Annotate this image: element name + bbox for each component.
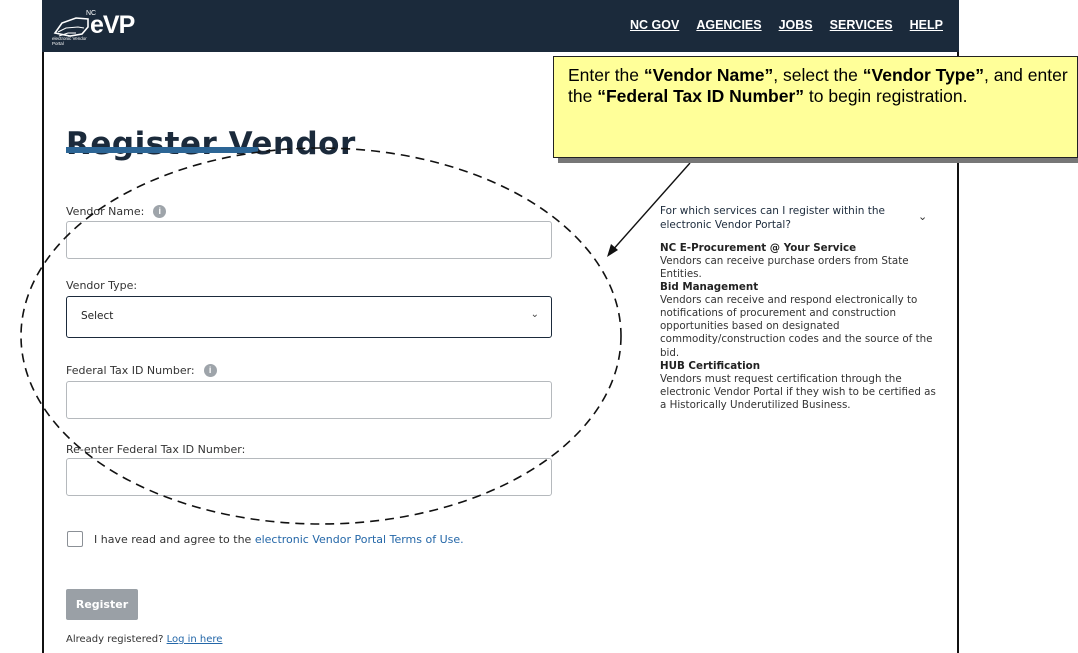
callout-vendor-type: “Vendor Type” [862,65,984,85]
vendor-name-label-row: Vendor Name: i [66,205,167,218]
top-nav: NC GOV AGENCIES JOBS SERVICES HELP [630,18,943,32]
faq-item-heading: NC E-Procurement @ Your Service [660,242,857,254]
faq-item-text: Vendors can receive and respond electron… [660,294,933,359]
callout-vendor-name: “Vendor Name” [643,65,774,85]
already-registered-label: Already registered? [66,634,167,645]
faq-item-heading: HUB Certification [660,359,761,372]
already-registered-text: Already registered? Log in here [66,634,222,645]
reenter-tax-id-label-row: Re-enter Federal Tax ID Number: [66,443,245,456]
chevron-down-icon[interactable]: ⌄ [918,210,927,223]
info-icon[interactable]: i [203,364,217,377]
reenter-tax-id-label: Re-enter Federal Tax ID Number: [66,443,246,456]
vendor-type-select[interactable]: Select ⌄ [66,296,552,338]
terms-of-use-link[interactable]: electronic Vendor Portal Terms of Use. [255,533,464,546]
vendor-type-label-row: Vendor Type: [66,279,137,292]
terms-agree-text: I have read and agree to the electronic … [94,533,464,546]
faq-item-heading: Bid Management [660,281,759,294]
tax-id-label-row: Federal Tax ID Number: i [66,364,217,377]
callout-federal-tax-id: “Federal Tax ID Number” [597,86,805,107]
login-link[interactable]: Log in here [167,634,223,645]
nav-nc-gov[interactable]: NC GOV [630,18,679,32]
evp-logo[interactable]: NC eVP electronic Vendor Portal [52,6,135,46]
logo-subtitle-text: electronic Vendor Portal [52,36,87,46]
instruction-callout: Enter the “Vendor Name”, select the “Ven… [553,56,1078,158]
tax-id-input[interactable] [66,381,552,419]
nav-help[interactable]: HELP [910,18,943,32]
vendor-name-input[interactable] [66,221,552,259]
vendor-type-selected-value: Select [81,310,114,322]
logo-mark-text: eVP [90,11,135,39]
info-icon[interactable]: i [153,205,167,218]
terms-checkbox[interactable] [67,531,83,547]
callout-text-2: , select the [773,65,863,85]
callout-text-1: Enter the [568,65,644,85]
tax-id-label: Federal Tax ID Number: [66,364,195,377]
faq-question[interactable]: For which services can I register within… [660,204,900,232]
nav-jobs[interactable]: JOBS [779,18,813,32]
faq-item-text: Vendors must request certification throu… [660,372,936,411]
reenter-tax-id-input[interactable] [66,458,552,496]
nav-services[interactable]: SERVICES [830,18,893,32]
vendor-type-label: Vendor Type: [66,279,138,292]
register-button[interactable]: Register [66,589,138,620]
nav-agencies[interactable]: AGENCIES [696,18,761,32]
callout-text-4: to begin registration. [804,86,968,107]
faq-answer: NC E-Procurement @ Your Service Vendors … [660,242,936,412]
vendor-name-label: Vendor Name: [66,205,145,218]
callout-text: Enter the “Vendor Name”, select the “Ven… [568,65,1068,108]
chevron-down-icon: ⌄ [530,309,539,320]
page-title: Register Vendor [66,126,356,162]
terms-agree-label: I have read and agree to the [94,533,255,546]
title-underline [66,147,258,153]
faq-item-text: Vendors can receive purchase orders from… [660,255,909,281]
